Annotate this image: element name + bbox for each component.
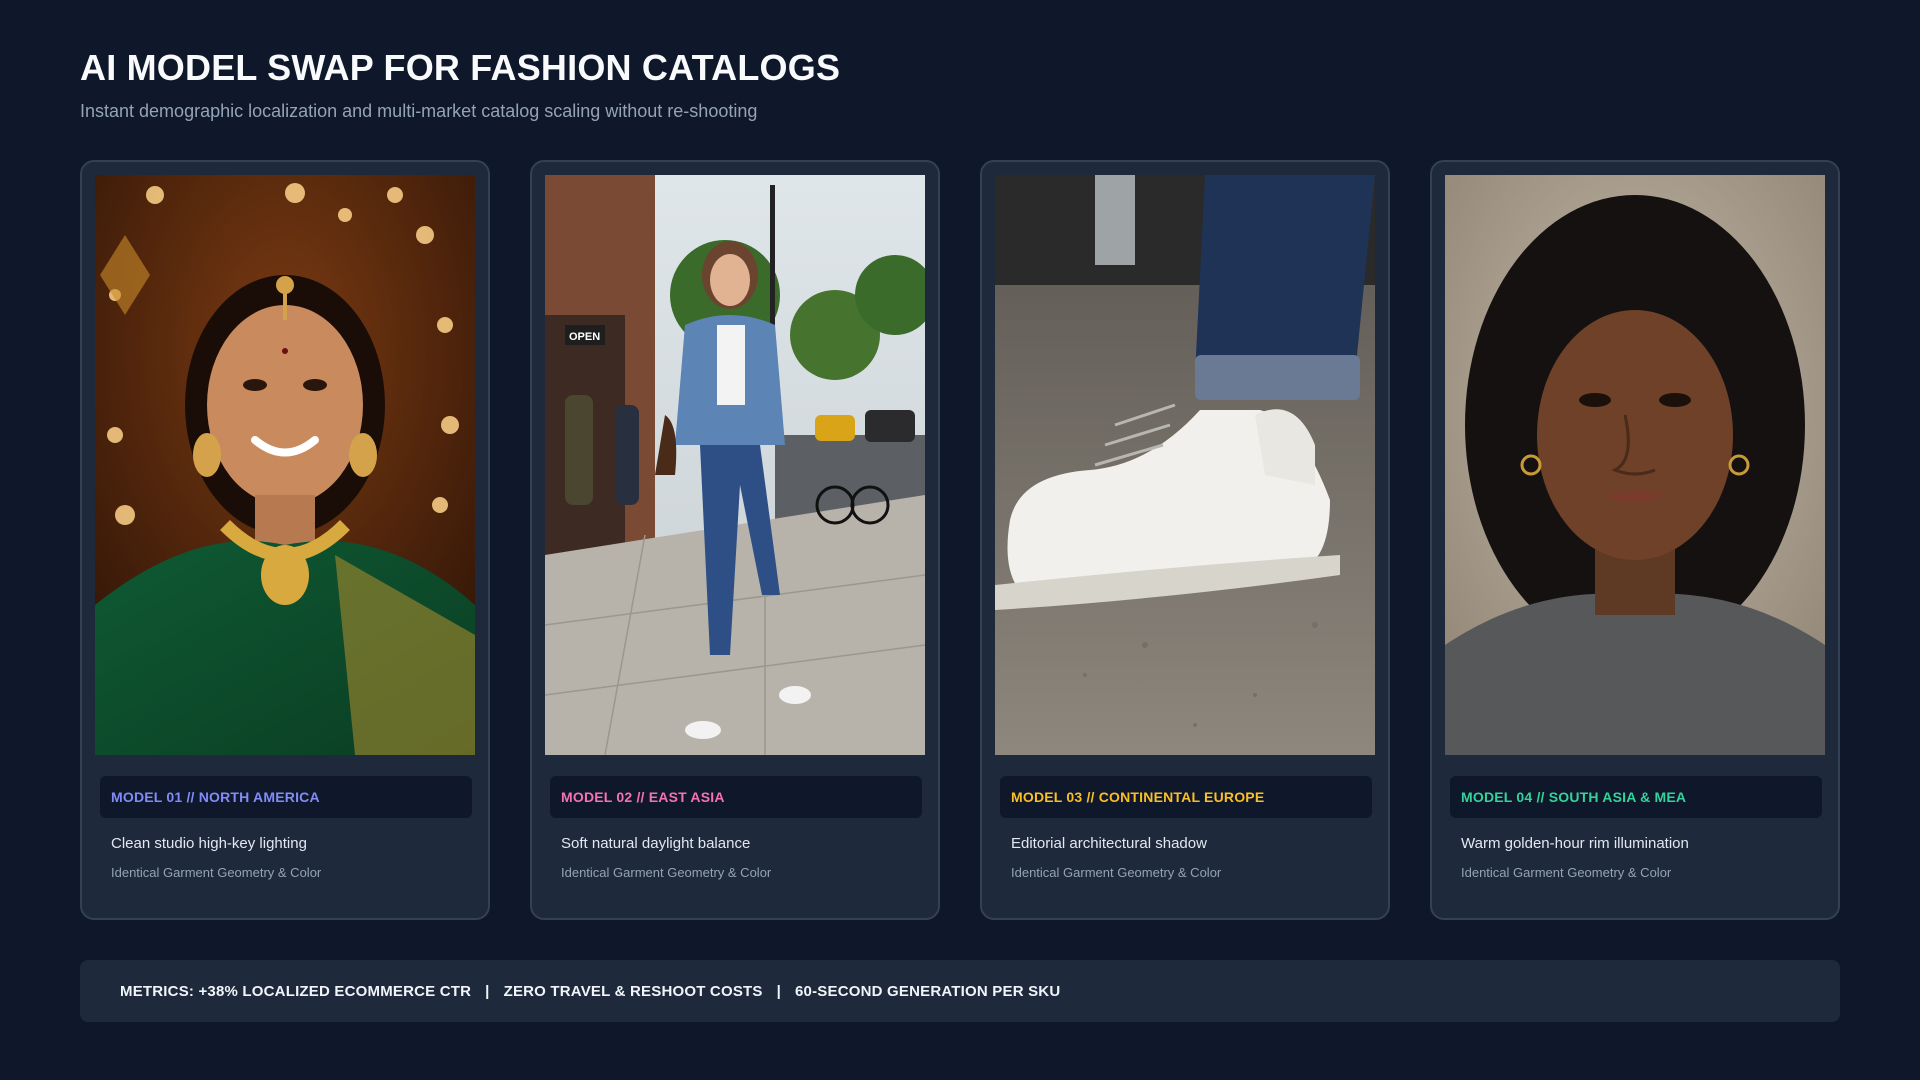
garment-note: Identical Garment Geometry & Color bbox=[1461, 865, 1672, 880]
street-sign-text: OPEN bbox=[569, 331, 600, 343]
garment-note: Identical Garment Geometry & Color bbox=[111, 865, 322, 880]
metric-generation: 60-SECOND GENERATION PER SKU bbox=[795, 982, 1061, 1000]
garment-note: Identical Garment Geometry & Color bbox=[561, 865, 772, 880]
page-title: AI MODEL SWAP FOR FASHION CATALOGS bbox=[80, 47, 841, 88]
model-cards: MODEL 01 // NORTH AMERICA Clean studio h… bbox=[80, 160, 1840, 920]
metric-costs: ZERO TRAVEL & RESHOOT COSTS bbox=[503, 982, 763, 1000]
model-photo-1 bbox=[95, 175, 475, 755]
model-photo-3 bbox=[995, 175, 1375, 755]
model-photo-4 bbox=[1445, 175, 1825, 755]
garment-note: Identical Garment Geometry & Color bbox=[1011, 865, 1222, 880]
model-tag-4: MODEL 04 // SOUTH ASIA & MEA bbox=[1450, 776, 1822, 818]
metric-ctr: METRICS: +38% LOCALIZED ECOMMERCE CTR bbox=[120, 982, 472, 1000]
model-tag-label: MODEL 03 // CONTINENTAL EUROPE bbox=[1011, 789, 1265, 805]
slide: AI MODEL SWAP FOR FASHION CATALOGS Insta… bbox=[0, 0, 1920, 1080]
model-card-4[interactable]: MODEL 04 // SOUTH ASIA & MEA Warm golden… bbox=[1430, 160, 1840, 920]
model-tag-1: MODEL 01 // NORTH AMERICA bbox=[100, 776, 472, 818]
model-tag-3: MODEL 03 // CONTINENTAL EUROPE bbox=[1000, 776, 1372, 818]
model-card-2[interactable]: OPEN MODEL 02 // EAST ASIA Soft natural … bbox=[530, 160, 940, 920]
model-tag-2: MODEL 02 // EAST ASIA bbox=[550, 776, 922, 818]
model-photo-2: OPEN bbox=[545, 175, 925, 755]
model-card-1[interactable]: MODEL 01 // NORTH AMERICA Clean studio h… bbox=[80, 160, 490, 920]
model-tag-label: MODEL 02 // EAST ASIA bbox=[561, 789, 725, 805]
page-subtitle: Instant demographic localization and mul… bbox=[80, 101, 758, 121]
lighting-description: Warm golden-hour rim illumination bbox=[1461, 835, 1689, 852]
metric-separator: | bbox=[485, 982, 490, 1000]
header: AI MODEL SWAP FOR FASHION CATALOGS Insta… bbox=[80, 48, 840, 122]
model-tag-label: MODEL 01 // NORTH AMERICA bbox=[111, 789, 320, 805]
model-tag-label: MODEL 04 // SOUTH ASIA & MEA bbox=[1461, 789, 1687, 805]
lighting-description: Soft natural daylight balance bbox=[561, 835, 751, 852]
lighting-description: Editorial architectural shadow bbox=[1011, 835, 1207, 852]
lighting-description: Clean studio high-key lighting bbox=[111, 835, 307, 852]
metric-separator: | bbox=[776, 982, 782, 1000]
model-card-3[interactable]: MODEL 03 // CONTINENTAL EUROPE Editorial… bbox=[980, 160, 1390, 920]
metrics-bar: METRICS: +38% LOCALIZED ECOMMERCE CTR | … bbox=[80, 960, 1840, 1022]
